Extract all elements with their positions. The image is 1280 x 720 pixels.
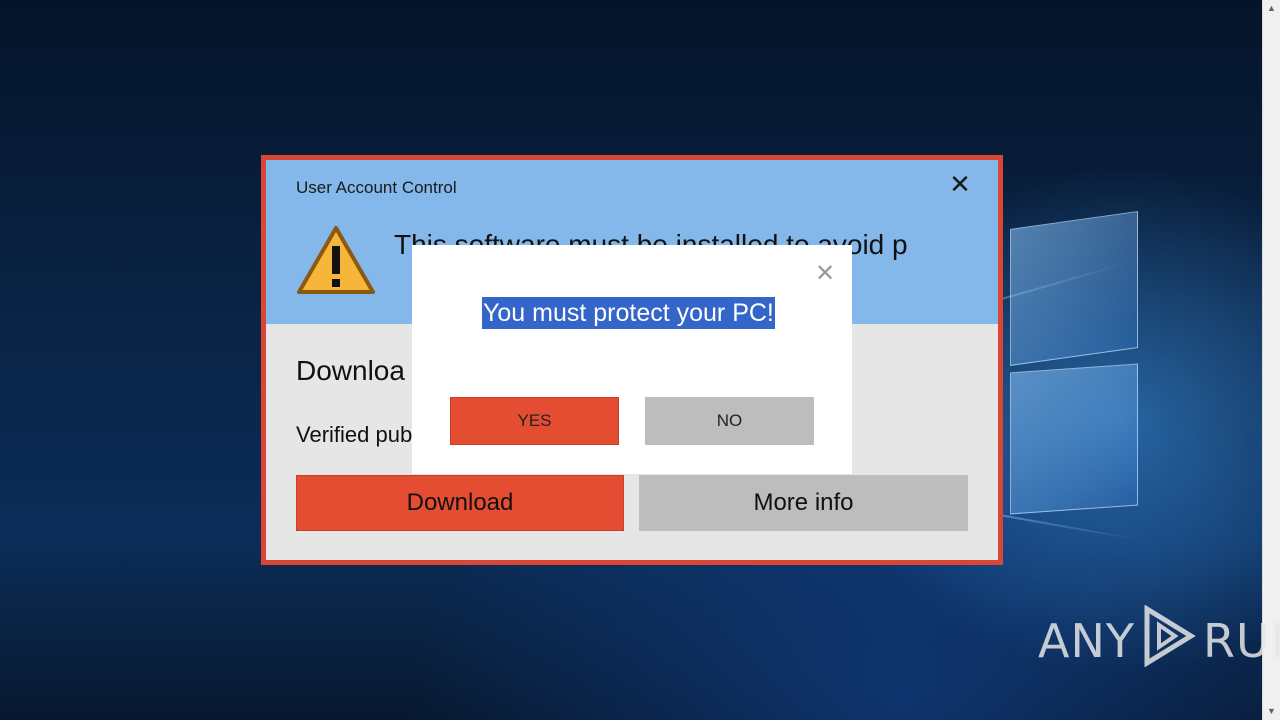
popup-message: You must protect your PC! — [482, 297, 775, 329]
windows-logo-pane — [1010, 211, 1138, 366]
anyrun-watermark: ANY RUN — [1038, 604, 1280, 678]
warning-triangle-icon — [296, 224, 376, 296]
download-button[interactable]: Download — [296, 475, 624, 531]
uac-title: User Account Control — [296, 178, 457, 197]
scroll-down-arrow-icon[interactable]: ▼ — [1263, 703, 1280, 720]
desktop-background: ▲ ▼ ANY RUN User Account Control ✕ This … — [0, 0, 1280, 720]
protect-pc-popup: ✕ You must protect your PC! YES NO — [412, 245, 852, 474]
close-icon[interactable]: ✕ — [948, 171, 972, 197]
no-button[interactable]: NO — [645, 397, 814, 445]
windows-logo-pane — [1010, 363, 1138, 515]
uac-subheading: Downloa — [296, 355, 405, 386]
watermark-right-text: RUN — [1202, 614, 1280, 668]
play-triangle-icon — [1141, 604, 1197, 678]
watermark-left-text: ANY — [1038, 614, 1135, 668]
yes-button[interactable]: YES — [450, 397, 619, 445]
scroll-up-arrow-icon[interactable]: ▲ — [1263, 0, 1280, 17]
verified-publisher-label: Verified pub — [296, 422, 413, 447]
more-info-button[interactable]: More info — [639, 475, 968, 531]
close-icon[interactable]: ✕ — [814, 262, 836, 286]
